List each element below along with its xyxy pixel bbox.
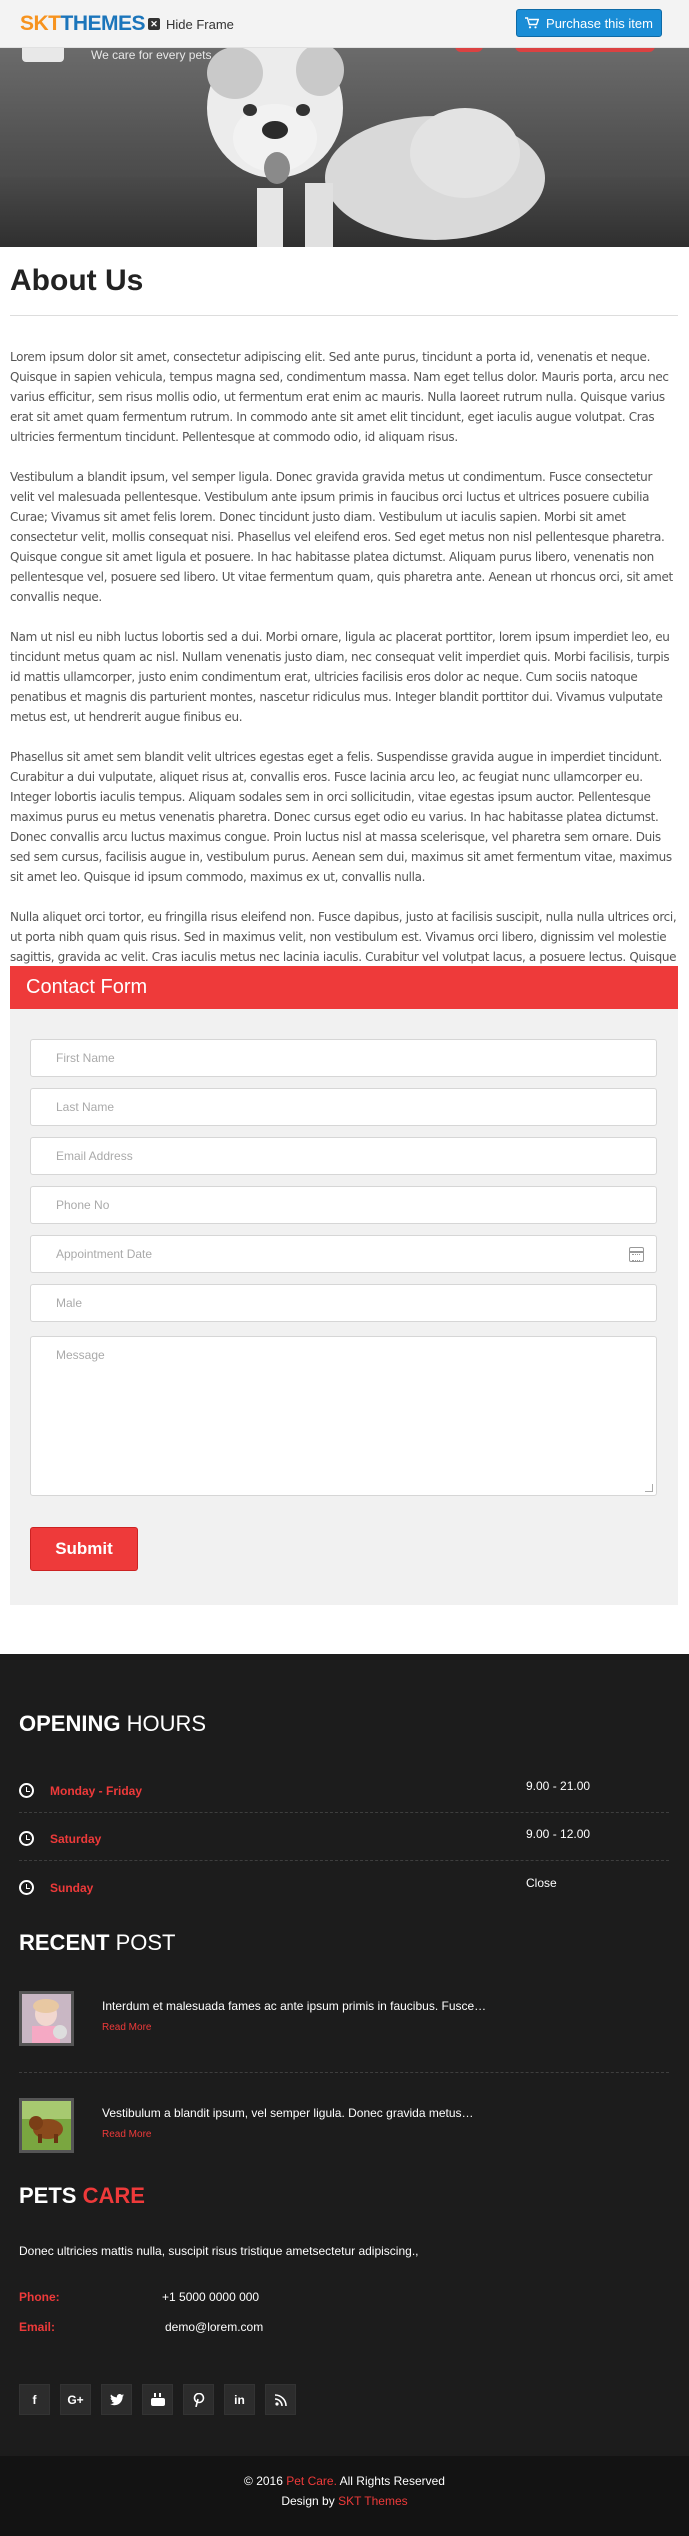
message-field[interactable]: Message: [30, 1336, 657, 1496]
about-divider: [10, 315, 678, 316]
hours-row: Monday - Friday 9.00 - 21.00: [19, 1779, 669, 1809]
linkedin-icon[interactable]: in: [224, 2384, 255, 2415]
hide-frame-label: Hide Frame: [166, 16, 234, 32]
resize-grip-icon[interactable]: [645, 1484, 653, 1492]
hero-banner: We care for every pets: [0, 48, 689, 247]
phone-field[interactable]: Phone No: [30, 1186, 657, 1224]
contact-form: First Name Last Name Email Address Phone…: [10, 1009, 678, 1605]
site-logo-icon[interactable]: [22, 48, 64, 62]
youtube-glyph: [150, 2393, 165, 2406]
date-placeholder: Appointment Date: [56, 1247, 153, 1261]
twitter-icon[interactable]: [101, 2384, 132, 2415]
logo-part1: SKT: [20, 12, 61, 35]
post-title[interactable]: Vestibulum a blandit ipsum, vel semper l…: [102, 2106, 474, 2120]
pinterest-icon[interactable]: [183, 2384, 214, 2415]
appointment-date-field[interactable]: Appointment Date: [30, 1235, 657, 1273]
pets-care-title-white: PETS: [19, 2183, 77, 2208]
bulldog-image: [207, 48, 545, 247]
phone-placeholder: Phone No: [56, 1198, 110, 1212]
email-field[interactable]: Email Address: [30, 1137, 657, 1175]
social-links: f G+ in: [19, 2384, 296, 2415]
rss-glyph: [274, 2393, 287, 2406]
demo-topbar: SKT THEMES ✕ Hide Frame Purchase this ite…: [0, 0, 689, 48]
site-footer: [0, 1654, 689, 2456]
hide-frame-link[interactable]: ✕ Hide Frame: [148, 15, 234, 33]
read-more-link[interactable]: Read More: [102, 2129, 151, 2140]
phone-label: Phone:: [19, 2290, 60, 2304]
about-content: Lorem ipsum dolor sit amet, consectetur …: [10, 347, 678, 1027]
about-paragraph: Vestibulum a blandit ipsum, vel semper l…: [10, 470, 673, 604]
google-plus-icon[interactable]: G+: [60, 2384, 91, 2415]
hours-divider: [19, 1812, 669, 1813]
designer-link[interactable]: SKT Themes: [338, 2494, 408, 2508]
purchase-label: Purchase this item: [546, 15, 653, 31]
opening-hours-heading: OPENING HOURS: [19, 1711, 206, 1737]
opening-hours-title-bold: OPENING: [19, 1711, 121, 1736]
about-paragraph: Phasellus sit amet sem blandit velit ult…: [10, 750, 672, 884]
copyright-line: © 2016 Pet Care. All Rights Reserved: [0, 2474, 689, 2488]
facebook-icon[interactable]: f: [19, 2384, 50, 2415]
hours-day: Saturday: [50, 1832, 102, 1846]
brand-link[interactable]: Pet Care.: [286, 2474, 337, 2488]
last-name-placeholder: Last Name: [56, 1100, 115, 1114]
skt-themes-logo[interactable]: SKT THEMES: [20, 12, 146, 36]
email-placeholder: Email Address: [56, 1149, 133, 1163]
submit-button[interactable]: Submit: [30, 1527, 138, 1571]
pets-care-heading: PETS CARE: [19, 2183, 145, 2209]
gender-value: Male: [56, 1296, 83, 1310]
hours-time: Close: [526, 1876, 557, 1890]
last-name-field[interactable]: Last Name: [30, 1088, 657, 1126]
post-title[interactable]: Interdum et malesuada fames ac ante ipsu…: [102, 1999, 486, 2013]
hours-row: Sunday Close: [19, 1876, 669, 1906]
recent-post-item: Vestibulum a blandit ipsum, vel semper l…: [19, 2098, 669, 2158]
recent-post-title-bold: RECENT: [19, 1930, 110, 1955]
cart-icon: [525, 17, 540, 29]
copyright-prefix: © 2016: [244, 2474, 283, 2488]
hours-day: Sunday: [50, 1881, 94, 1895]
calendar-icon[interactable]: [629, 1247, 644, 1262]
clock-icon: [19, 1783, 34, 1798]
recent-post-heading: RECENT POST: [19, 1930, 175, 1956]
post-thumbnail[interactable]: [19, 1991, 74, 2046]
about-paragraph: Lorem ipsum dolor sit amet, consectetur …: [10, 350, 669, 444]
recent-post-title-light: POST: [115, 1930, 176, 1955]
read-more-link[interactable]: Read More: [102, 2022, 151, 2033]
hours-day: Monday - Friday: [50, 1784, 143, 1798]
first-name-field[interactable]: First Name: [30, 1039, 657, 1077]
gender-select[interactable]: Male: [30, 1284, 657, 1322]
pinterest-glyph: [193, 2392, 204, 2407]
child-with-pet-image: [22, 1994, 71, 2043]
purchase-button[interactable]: Purchase this item: [516, 9, 662, 37]
hours-row: Saturday 9.00 - 12.00: [19, 1827, 669, 1857]
about-paragraph: Nam ut nisl eu nibh luctus lobortis sed …: [10, 630, 670, 724]
recent-post-item: Interdum et malesuada fames ac ante ipsu…: [19, 1991, 669, 2051]
first-name-placeholder: First Name: [56, 1051, 115, 1065]
contact-form-heading: Contact Form: [10, 966, 678, 1009]
opening-hours-title-light: HOURS: [126, 1711, 207, 1736]
design-credit-line: Design by SKT Themes: [0, 2494, 689, 2508]
pets-care-title-red: CARE: [82, 2183, 145, 2208]
hours-time: 9.00 - 12.00: [526, 1827, 591, 1841]
youtube-icon[interactable]: [142, 2384, 173, 2415]
hours-time: 9.00 - 21.00: [526, 1779, 591, 1793]
twitter-bird-glyph: [109, 2393, 124, 2405]
dog-on-grass-image: [22, 2101, 71, 2150]
clock-icon: [19, 1880, 34, 1895]
post-thumbnail[interactable]: [19, 2098, 74, 2153]
pets-care-description: Donec ultricies mattis nulla, suscipit r…: [19, 2244, 419, 2258]
post-divider: [19, 2072, 669, 2073]
message-placeholder: Message: [56, 1348, 105, 1362]
about-us-heading: About Us: [10, 264, 144, 297]
rights-text: All Rights Reserved: [339, 2474, 445, 2488]
hours-divider: [19, 1860, 669, 1861]
design-by-text: Design by: [281, 2494, 335, 2508]
logo-part2: THEMES: [60, 12, 146, 35]
rss-icon[interactable]: [265, 2384, 296, 2415]
phone-value: +1 5000 0000 000: [162, 2290, 260, 2304]
close-icon: ✕: [148, 18, 160, 30]
email-label: Email:: [19, 2320, 56, 2334]
email-value[interactable]: demo@lorem.com: [165, 2320, 263, 2334]
clock-icon: [19, 1831, 34, 1846]
